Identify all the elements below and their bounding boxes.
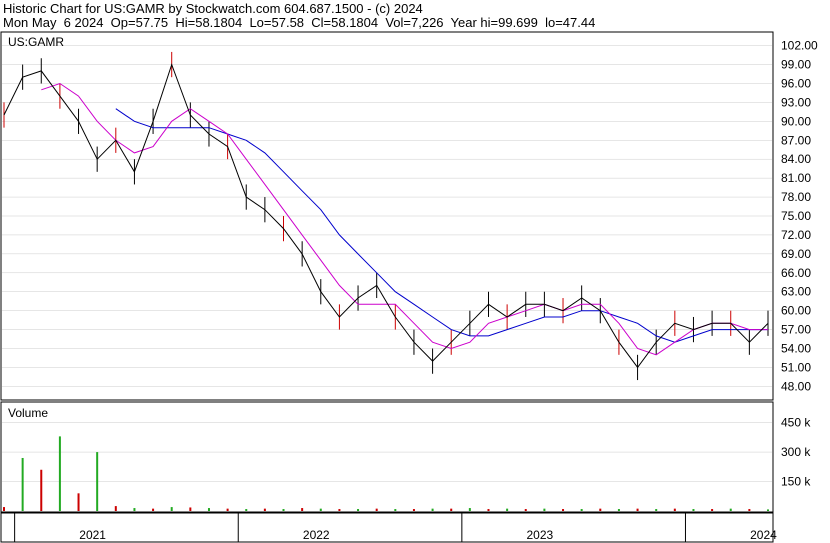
price-tick-label: 57.00 bbox=[781, 323, 811, 337]
volume-bar bbox=[282, 509, 285, 511]
x-axis-strip bbox=[0, 512, 774, 543]
price-tick-label: 99.00 bbox=[781, 58, 811, 72]
volume-bar bbox=[580, 509, 583, 511]
volume-bar bbox=[170, 507, 173, 511]
price-tick-label: 66.00 bbox=[781, 266, 811, 280]
volume-bar bbox=[114, 506, 117, 511]
volume-tick-label: 150 k bbox=[781, 475, 811, 489]
volume-bar bbox=[96, 452, 99, 511]
volume-bar bbox=[431, 508, 434, 511]
price-tick-label: 81.00 bbox=[781, 171, 811, 185]
price-axis: 102.00 99.00 96.00 93.00 90.00 87.00 84.00 81.0… bbox=[781, 39, 818, 394]
volume-tick-label: 450 k bbox=[781, 416, 811, 430]
price-tick-label: 96.00 bbox=[781, 76, 811, 90]
price-tick-label: 69.00 bbox=[781, 247, 811, 261]
volume-bar bbox=[301, 508, 304, 511]
volume-bar bbox=[245, 509, 248, 511]
volume-bar bbox=[599, 508, 602, 511]
volume-bar bbox=[21, 457, 24, 511]
volume-bar bbox=[524, 509, 527, 511]
price-tick-label: 84.00 bbox=[781, 152, 811, 166]
price-tick-label: 102.00 bbox=[781, 39, 818, 53]
volume-bar bbox=[226, 508, 229, 511]
volume-bar bbox=[152, 508, 155, 511]
stock-chart: US:GAMR 102.00 99.00 96.00 93.00 90.00 87.00 8… bbox=[0, 31, 818, 543]
volume-axis: 450 k 300 k 150 k bbox=[781, 416, 811, 489]
volume-bar bbox=[357, 509, 360, 511]
volume-bar bbox=[655, 509, 658, 511]
price-tick-label: 48.00 bbox=[781, 379, 811, 393]
volume-bar bbox=[133, 508, 136, 511]
volume-panel-label: Volume bbox=[8, 406, 48, 420]
volume-bar bbox=[77, 493, 80, 511]
volume-bar bbox=[562, 509, 565, 511]
volume-bar bbox=[487, 509, 490, 511]
volume-bar bbox=[450, 508, 453, 511]
price-tick-label: 54.00 bbox=[781, 342, 811, 356]
volume-bar bbox=[673, 508, 676, 511]
volume-bar bbox=[338, 509, 341, 511]
price-tick-label: 51.00 bbox=[781, 360, 811, 374]
year-label: 2024 bbox=[750, 528, 777, 542]
price-tick-label: 75.00 bbox=[781, 209, 811, 223]
volume-bar bbox=[375, 508, 378, 511]
volume-bar bbox=[189, 507, 192, 511]
volume-bar bbox=[617, 509, 620, 511]
volume-bar bbox=[748, 509, 751, 511]
price-tick-label: 93.00 bbox=[781, 95, 811, 109]
volume-bar bbox=[636, 508, 639, 511]
volume-bar bbox=[412, 509, 415, 511]
year-label: 2022 bbox=[303, 528, 330, 542]
price-tick-label: 90.00 bbox=[781, 114, 811, 128]
volume-panel bbox=[0, 401, 774, 513]
volume-bar bbox=[263, 508, 266, 511]
price-tick-label: 72.00 bbox=[781, 228, 811, 242]
price-tick-label: 60.00 bbox=[781, 304, 811, 318]
price-tick-label: 78.00 bbox=[781, 190, 811, 204]
volume-bar bbox=[3, 507, 5, 511]
volume-bar bbox=[767, 509, 769, 511]
volume-bar bbox=[543, 508, 546, 511]
year-label: 2023 bbox=[527, 528, 554, 542]
volume-bar bbox=[207, 508, 210, 511]
volume-bar bbox=[40, 469, 43, 511]
volume-bar bbox=[468, 508, 471, 511]
volume-bar bbox=[711, 509, 714, 511]
volume-bar bbox=[394, 509, 397, 511]
volume-bar bbox=[58, 436, 61, 511]
price-panel-label: US:GAMR bbox=[8, 35, 64, 49]
price-tick-label: 87.00 bbox=[781, 133, 811, 147]
price-tick-label: 63.00 bbox=[781, 285, 811, 299]
volume-bar bbox=[729, 508, 732, 511]
volume-bar bbox=[319, 508, 322, 511]
volume-tick-label: 300 k bbox=[781, 445, 811, 459]
volume-bar bbox=[506, 508, 509, 511]
volume-bar bbox=[692, 509, 695, 511]
year-label: 2021 bbox=[79, 528, 106, 542]
